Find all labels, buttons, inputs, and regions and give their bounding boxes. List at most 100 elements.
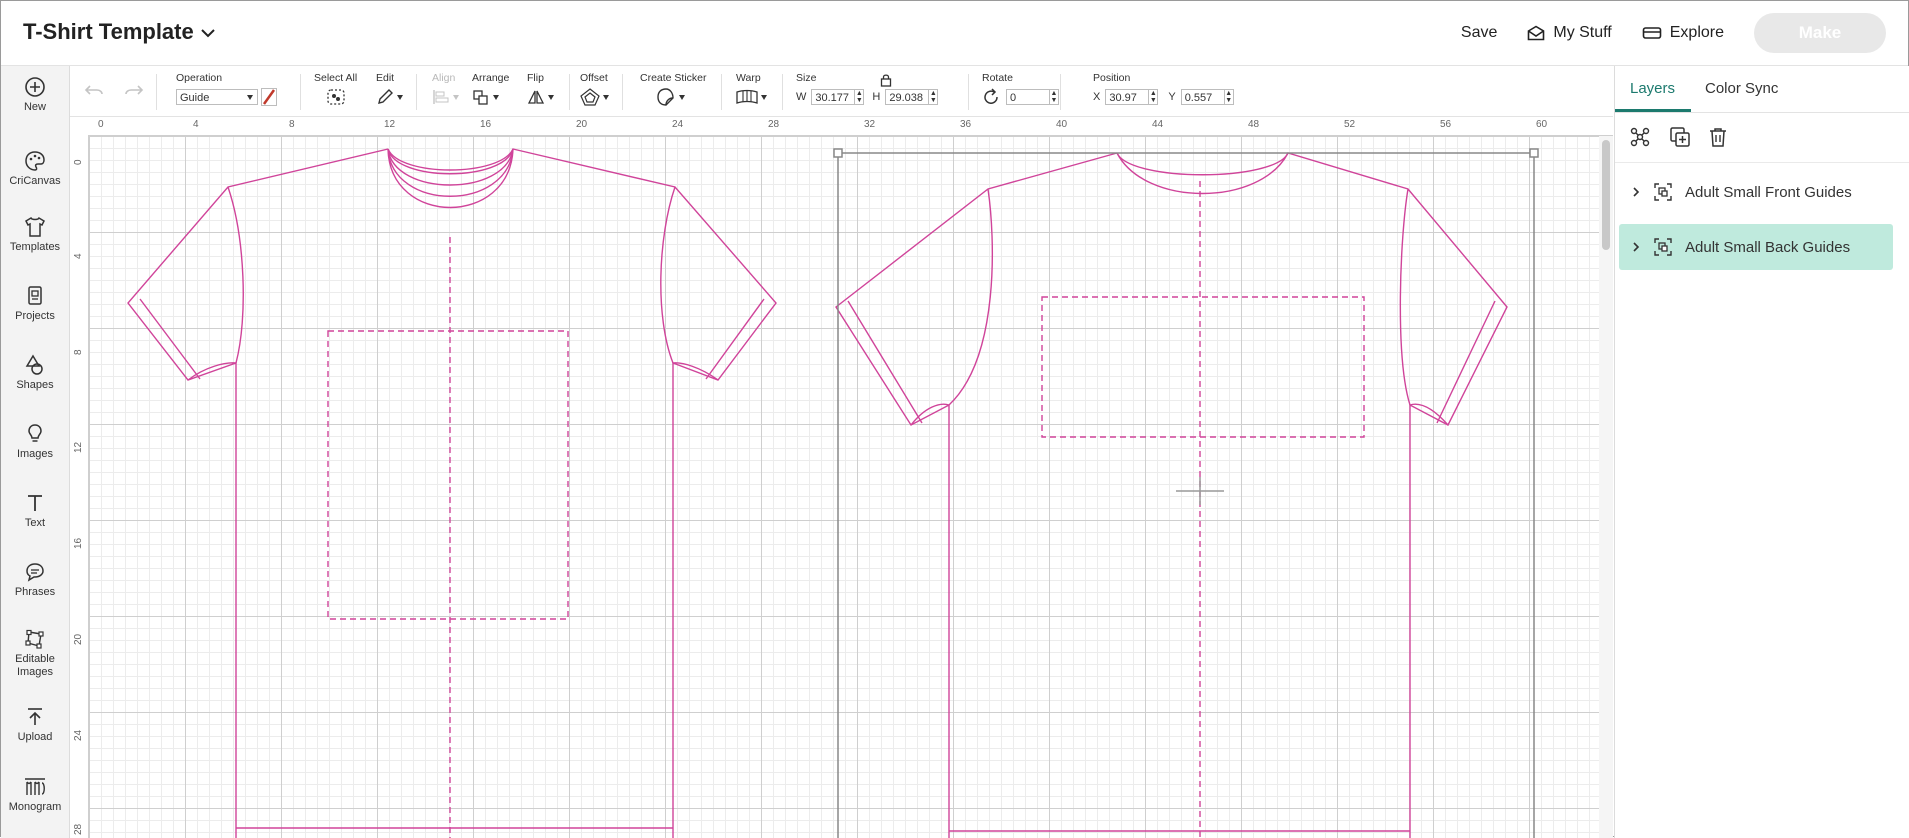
width-input[interactable]: 30.177 — [811, 89, 856, 105]
arrange-menu[interactable] — [472, 88, 509, 106]
layer-actions — [1615, 112, 1909, 163]
position-label: Position — [1093, 72, 1131, 84]
explore-button[interactable]: Explore — [1642, 24, 1724, 42]
toolbar-divider — [1060, 74, 1061, 110]
offset-group: Offset — [580, 72, 609, 106]
duplicate-icon[interactable] — [1669, 126, 1691, 148]
sidebar-item-templates[interactable]: Templates — [1, 216, 69, 254]
align-menu[interactable] — [432, 88, 459, 106]
my-stuff-button[interactable]: My Stuff — [1527, 24, 1612, 42]
flip-menu[interactable] — [527, 88, 554, 106]
sidebar-item-editable-images[interactable]: Editable Images — [1, 628, 69, 679]
project-title-dropdown[interactable]: T-Shirt Template — [23, 19, 216, 45]
y-prefix: Y — [1168, 91, 1176, 103]
create-sticker-label: Create Sticker — [640, 72, 707, 84]
warp-menu[interactable] — [736, 88, 767, 106]
project-title: T-Shirt Template — [23, 19, 194, 44]
sidebar-item-cricanvas[interactable]: CriCanvas — [1, 150, 69, 188]
sidebar-item-label: Upload — [17, 731, 53, 743]
design-canvas[interactable]: 0 4 8 12 16 20 24 28 32 36 40 44 48 52 5… — [70, 117, 1613, 838]
chevron-right-icon[interactable] — [1631, 186, 1653, 198]
offset-label: Offset — [580, 72, 608, 84]
redo-icon[interactable] — [124, 84, 144, 98]
group-icon[interactable] — [1629, 126, 1651, 148]
sidebar-item-label: Monogram — [8, 801, 62, 813]
select-all-label: Select All — [314, 72, 358, 84]
envelope-icon — [1528, 25, 1545, 41]
sidebar-item-label: Templates — [9, 241, 61, 253]
operation-group: Operation Guide — [176, 72, 277, 106]
rotate-label: Rotate — [982, 72, 1013, 84]
sidebar-item-new[interactable]: New — [1, 76, 69, 114]
sidebar-item-phrases[interactable]: Phrases — [1, 561, 69, 599]
rotate-stepper[interactable]: ▲ ▼ — [1050, 89, 1059, 105]
select-all-icon[interactable] — [326, 88, 346, 106]
height-input[interactable]: 29.038 — [885, 89, 930, 105]
width-prefix: W — [796, 91, 807, 103]
text-icon — [28, 495, 42, 511]
height-stepper[interactable]: ▲ ▼ — [929, 89, 939, 105]
operation-select[interactable]: Guide — [176, 89, 258, 105]
arrange-label: Arrange — [472, 72, 510, 84]
explore-label: Explore — [1669, 24, 1724, 41]
sidebar-item-shapes[interactable]: Shapes — [1, 354, 69, 392]
chevron-down-icon — [397, 94, 403, 100]
select-all-group: Select All — [314, 72, 357, 106]
guide-color-swatch[interactable] — [261, 88, 277, 106]
make-button[interactable]: Make — [1754, 13, 1886, 53]
sticker-icon — [657, 88, 674, 106]
sidebar-item-text[interactable]: Text — [1, 492, 69, 530]
rotate-input[interactable]: 0 — [1006, 89, 1050, 105]
create-sticker-group: Create Sticker — [640, 72, 707, 106]
save-label: Save — [1460, 24, 1498, 41]
sidebar-item-projects[interactable]: Projects — [1, 285, 69, 323]
toolbar-divider — [300, 74, 301, 110]
edit-menu[interactable] — [376, 88, 403, 106]
undo-icon[interactable] — [84, 84, 104, 98]
left-sidebar: New CriCanvas Templates Projects Shapes … — [1, 66, 70, 838]
y-stepper[interactable]: ▲ ▼ — [1224, 89, 1234, 105]
arrange-group: Arrange — [472, 72, 509, 106]
lightbulb-icon — [28, 424, 42, 442]
x-stepper[interactable]: ▲ ▼ — [1149, 89, 1159, 105]
warp-icon — [736, 89, 758, 104]
scrollbar-thumb[interactable] — [1602, 140, 1610, 250]
chevron-down-icon — [453, 94, 459, 100]
chevron-right-icon[interactable] — [1631, 241, 1653, 253]
toolbar-divider — [416, 74, 417, 110]
sidebar-item-label: Images — [16, 448, 54, 460]
y-input-group: Y 0.557 ▲ ▼ — [1168, 89, 1234, 105]
arrange-icon — [473, 90, 488, 105]
speech-bubble-icon — [26, 563, 44, 582]
x-input[interactable]: 30.97 — [1105, 89, 1150, 105]
sidebar-item-upload[interactable]: Upload — [1, 706, 69, 744]
width-stepper[interactable]: ▲ ▼ — [855, 89, 865, 105]
shapes-icon — [25, 354, 43, 375]
canvas-vertical-scrollbar[interactable] — [1599, 136, 1613, 838]
y-input[interactable]: 0.557 — [1180, 89, 1225, 105]
edit-label: Edit — [376, 72, 395, 84]
top-bar: T-Shirt Template Save My Stuff Explore M… — [1, 1, 1908, 66]
flip-icon — [527, 90, 545, 104]
layer-row-back-guides[interactable]: Adult Small Back Guides — [1619, 224, 1893, 270]
layer-row-front-guides[interactable]: Adult Small Front Guides — [1619, 169, 1893, 215]
layer-name: Adult Small Back Guides — [1685, 238, 1851, 256]
width-input-group: W 30.177 ▲ ▼ — [796, 89, 865, 105]
lock-icon[interactable] — [880, 73, 892, 87]
tab-color-sync[interactable]: Color Sync — [1705, 80, 1778, 97]
sidebar-item-monogram[interactable]: Monogram — [1, 776, 69, 814]
sidebar-item-label: Shapes — [16, 379, 54, 391]
rotate-icon — [984, 88, 998, 104]
sidebar-item-images[interactable]: Images — [1, 423, 69, 461]
save-button[interactable]: Save — [1461, 24, 1497, 42]
pencil-icon — [378, 89, 393, 104]
operation-label: Operation — [176, 72, 223, 84]
create-sticker-button[interactable] — [640, 88, 707, 106]
group-layer-icon — [1653, 182, 1673, 202]
tab-layers[interactable]: Layers — [1630, 80, 1675, 97]
size-group: Size W 30.177 ▲ ▼ H 29.038 ▲ ▼ — [796, 72, 939, 106]
toolbar-divider — [156, 74, 157, 110]
upload-icon — [28, 708, 42, 725]
trash-icon[interactable] — [1707, 126, 1729, 148]
offset-button[interactable] — [580, 88, 609, 106]
